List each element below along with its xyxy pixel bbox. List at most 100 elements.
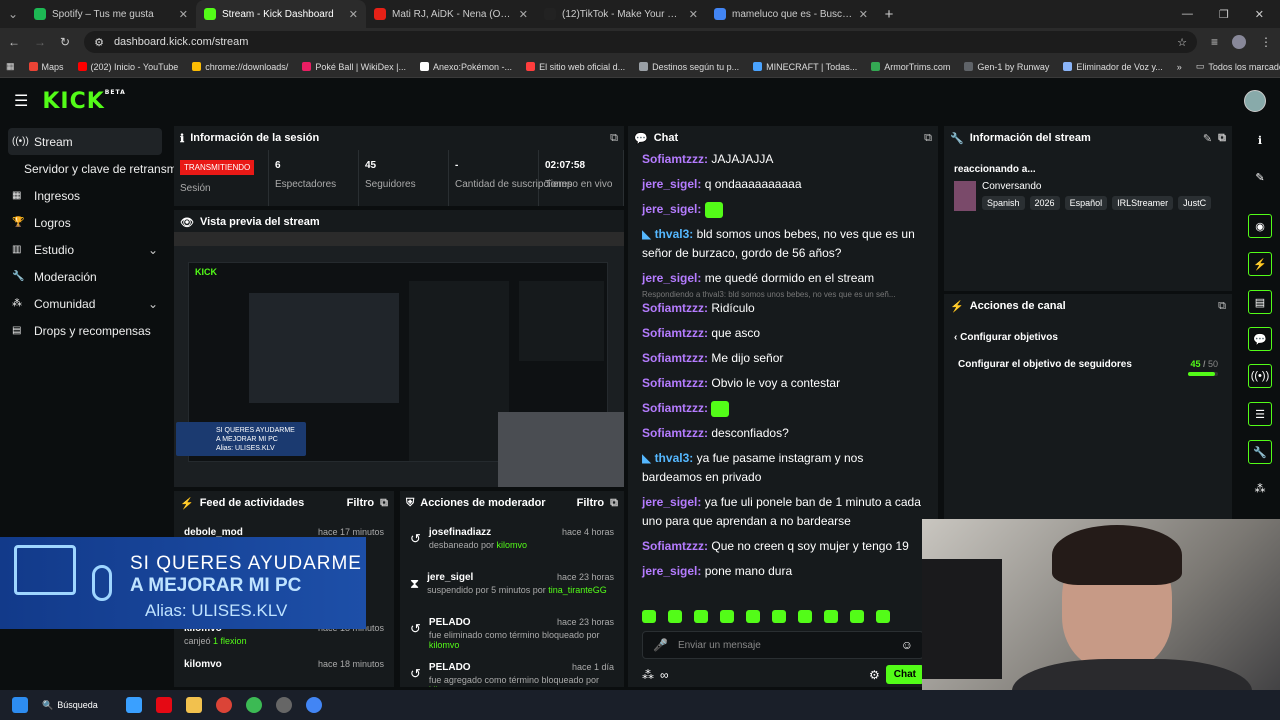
chat-message[interactable]: jere_sigel: [628, 200, 938, 219]
chrome-profile-taskbar-icon[interactable] [246, 697, 262, 713]
popout-icon[interactable]: ⧉ [924, 132, 932, 145]
info-rail-icon[interactable]: ℹ [1248, 128, 1272, 152]
windows-start-icon[interactable] [12, 697, 28, 713]
netflix-taskbar-icon[interactable] [156, 697, 172, 713]
stream-tag[interactable]: 2026 [1029, 196, 1060, 210]
camera-rail-icon[interactable]: ◉ [1248, 214, 1272, 238]
tab-close-icon[interactable]: ✕ [859, 8, 868, 21]
more-bookmarks-icon[interactable]: » [1177, 62, 1182, 72]
chat-message[interactable]: jere_sigel: me quedé dormido en el strea… [628, 269, 938, 288]
chat-message[interactable]: jere_sigel: q ondaaaaaaaaaa [628, 175, 938, 194]
chat-message[interactable]: Sofiamtzzz: Obvio le voy a contestar [628, 374, 938, 393]
bookmark-item[interactable]: chrome://downloads/ [192, 62, 288, 72]
sidebar-item-comunidad[interactable]: ⁂ Comunidad ⌄ [0, 290, 170, 317]
new-tab-button[interactable]: + [876, 6, 902, 23]
close-window-icon[interactable]: ✕ [1255, 8, 1264, 21]
chat-input[interactable]: 🎤 Enviar un mensaje ☺ [642, 631, 924, 659]
sidebar-item-servidor[interactable]: Servidor y clave de retransmisión [0, 155, 201, 182]
emote-button-icon[interactable] [694, 610, 708, 623]
chat-username[interactable]: thval3 [655, 451, 690, 465]
broadcast-rail-icon[interactable]: ((•)) [1248, 364, 1272, 388]
chat-message[interactable]: Sofiamtzzz: Ridículo [628, 299, 938, 318]
chat-username[interactable]: jere_sigel [642, 177, 697, 191]
chat-username[interactable]: Sofiamtzzz [642, 539, 704, 553]
chat-message[interactable]: Sofiamtzzz: Que no creen q soy mujer y t… [628, 537, 938, 556]
browser-tab[interactable]: Mati RJ, AiDK - Nena (Oneshot) ✕ [366, 0, 536, 28]
back-icon[interactable]: ← [8, 35, 20, 49]
browser-tab[interactable]: (12)TikTok - Make Your Day ✕ [536, 0, 706, 28]
chat-message[interactable]: Sofiamtzzz: [628, 399, 938, 418]
all-bookmarks-folder[interactable]: ▭ Todos los marcadores [1196, 61, 1280, 72]
site-info-icon[interactable]: ⚙ [94, 36, 104, 49]
stream-tag[interactable]: IRLStreamer [1112, 196, 1174, 210]
bookmark-item[interactable]: Destinos según tu p... [639, 62, 739, 72]
bookmark-item[interactable]: (202) Inicio - YouTube [77, 62, 178, 72]
task-view-icon[interactable] [126, 697, 142, 713]
tab-close-icon[interactable]: ✕ [349, 8, 358, 21]
tab-close-icon[interactable]: ✕ [179, 8, 188, 21]
chat-username[interactable]: thval3 [655, 227, 690, 241]
sidebar-item-ingresos[interactable]: ▦ Ingresos [0, 182, 170, 209]
bookmark-item[interactable]: Eliminador de Voz y... [1063, 62, 1163, 72]
forward-icon[interactable]: → [34, 35, 46, 49]
minimize-icon[interactable]: — [1182, 8, 1193, 21]
community-rail-icon[interactable]: ⁂ [1248, 476, 1272, 500]
kick-logo[interactable]: KICKBETA [42, 89, 125, 114]
bookmark-item[interactable]: Gen-1 by Runway [964, 62, 1049, 72]
stream-tag[interactable]: Español [1064, 196, 1108, 210]
bookmark-item[interactable]: El sitio web oficial d... [526, 62, 625, 72]
infinity-icon[interactable]: ∞ [660, 668, 669, 682]
tab-close-icon[interactable]: ✕ [519, 8, 528, 21]
chat-rail-icon[interactable]: 💬 [1248, 327, 1272, 351]
chat-username[interactable]: Sofiamtzzz [642, 376, 704, 390]
restore-icon[interactable]: ❐ [1219, 8, 1229, 21]
file-explorer-icon[interactable] [186, 697, 202, 713]
chat-users-icon[interactable]: ⁂ [642, 668, 654, 682]
back-to-goals[interactable]: ‹ Configurar objetivos [944, 318, 1232, 343]
tab-close-icon[interactable]: ✕ [689, 8, 698, 21]
apps-icon[interactable]: ▦ [6, 61, 15, 72]
extensions-icon[interactable]: ≡ [1211, 35, 1218, 49]
chat-message[interactable]: jere_sigel: pone mano dura [628, 562, 938, 581]
chrome-taskbar-icon[interactable] [216, 697, 232, 713]
bookmark-item[interactable]: Anexo:Pokémon -... [420, 62, 512, 72]
browser-menu-icon[interactable]: ⋮ [1260, 35, 1272, 49]
stream-preview-video[interactable]: KICK SI QUERES AYUDARME A MEJORAR MI PC Al… [174, 232, 624, 487]
sidebar-item-stream[interactable]: ((•)) Stream [8, 128, 162, 155]
emote-button-icon[interactable] [772, 610, 786, 623]
popout-icon[interactable]: ⧉ [610, 132, 618, 145]
popout-icon[interactable]: ⧉ [610, 497, 618, 510]
bookmark-item[interactable]: Poké Ball | WikiDex |... [302, 62, 406, 72]
chat-username[interactable]: jere_sigel [642, 202, 697, 216]
chat-message[interactable]: Sofiamtzzz: que asco [628, 324, 938, 343]
emote-button-icon[interactable] [850, 610, 864, 623]
chat-message[interactable]: Sofiamtzzz: Me dijo señor [628, 349, 938, 368]
mod-action-item[interactable]: ⧗ jere_sigel hace 23 horas suspendido por 5… [400, 568, 624, 613]
bookmark-item[interactable]: MINECRAFT | Todas... [753, 62, 857, 72]
pen-rail-icon[interactable]: ✎ [1248, 165, 1272, 189]
follower-goal-row[interactable]: Configurar el objetivo de seguidores 45 … [944, 343, 1232, 370]
document-rail-icon[interactable]: ▤ [1248, 290, 1272, 314]
edit-icon[interactable]: ✎ [1203, 132, 1212, 145]
bookmark-item[interactable]: ArmorTrims.com [871, 62, 950, 72]
sidebar-item-drops[interactable]: ▤ Drops y recompensas [0, 317, 170, 344]
send-chat-button[interactable]: Chat [885, 665, 924, 684]
popout-icon[interactable]: ⧉ [1218, 300, 1226, 313]
chat-username[interactable]: Sofiamtzzz [642, 351, 704, 365]
chat-message[interactable]: jere_sigel: ya fue uli ponele ban de 1 m… [628, 493, 938, 531]
reload-icon[interactable]: ↻ [60, 35, 70, 49]
stream-tag[interactable]: JustC [1178, 196, 1212, 210]
taskbar-search[interactable]: 🔍 Búsqueda [42, 700, 112, 711]
chat-message[interactable]: ◣ thval3: ya fue pasame instagram y nos … [628, 449, 938, 487]
sidebar-item-moderación[interactable]: 🔧 Moderación [0, 263, 170, 290]
chat-username[interactable]: Sofiamtzzz [642, 326, 704, 340]
emote-button-icon[interactable] [824, 610, 838, 623]
chat-message[interactable]: ◣ thval3: bld somos unos bebes, no ves q… [628, 225, 938, 263]
chat-message[interactable]: Sofiamtzzz: JAJAJAJJA [628, 150, 938, 169]
bookmark-star-icon[interactable]: ☆ [1177, 36, 1187, 49]
filter-button[interactable]: Filtro [577, 497, 605, 509]
chat-username[interactable]: Sofiamtzzz [642, 426, 704, 440]
tab-search-icon[interactable]: ⌄ [0, 7, 26, 21]
mod-action-item[interactable]: ↺ PELADO hace 1 día fue agregado como térmi… [400, 658, 624, 687]
browser-tab[interactable]: mameluco que es - Buscar con ✕ [706, 0, 876, 28]
